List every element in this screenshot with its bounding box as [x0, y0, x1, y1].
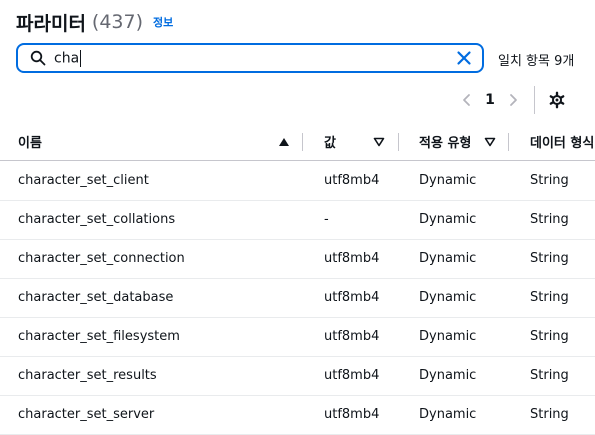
- pagination: 1: [455, 86, 569, 114]
- page-header: 파라미터 (437) 정보: [16, 8, 173, 36]
- table-row[interactable]: character_set_collations - Dynamic Strin…: [0, 200, 595, 240]
- info-link[interactable]: 정보: [153, 14, 173, 30]
- table-row[interactable]: character_set_filesystem utf8mb4 Dynamic…: [0, 317, 595, 357]
- param-apply-type: Dynamic: [419, 173, 477, 188]
- search-icon: [30, 50, 46, 66]
- pagination-divider: [534, 86, 535, 114]
- table-row[interactable]: character_set_database utf8mb4 Dynamic S…: [0, 278, 595, 318]
- close-icon[interactable]: [456, 50, 472, 66]
- param-name: character_set_database: [18, 290, 174, 305]
- param-data-type: String: [530, 407, 569, 422]
- sort-caret-down-icon[interactable]: [484, 136, 496, 148]
- table-row[interactable]: character_set_server utf8mb4 Dynamic Str…: [0, 395, 595, 435]
- column-header-value[interactable]: 값: [324, 123, 336, 160]
- param-data-type: String: [530, 368, 569, 383]
- param-data-type: String: [530, 329, 569, 344]
- preferences-button[interactable]: [545, 88, 569, 112]
- param-apply-type: Dynamic: [419, 212, 477, 227]
- column-header-data-type[interactable]: 데이터 형식: [530, 123, 594, 160]
- gear-icon: [549, 91, 565, 109]
- search-box[interactable]: cha: [16, 43, 484, 73]
- param-data-type: String: [530, 251, 569, 266]
- column-header-name[interactable]: 이름: [18, 123, 42, 160]
- param-name: character_set_client: [18, 173, 149, 188]
- column-separator[interactable]: [302, 133, 303, 151]
- table-row[interactable]: character_set_connection utf8mb4 Dynamic…: [0, 239, 595, 279]
- table-row[interactable]: character_set_results utf8mb4 Dynamic St…: [0, 356, 595, 396]
- search-input[interactable]: cha: [54, 49, 456, 67]
- param-value: utf8mb4: [324, 173, 380, 188]
- param-value: utf8mb4: [324, 329, 380, 344]
- param-data-type: String: [530, 212, 569, 227]
- param-value: -: [324, 212, 329, 227]
- param-value: utf8mb4: [324, 290, 380, 305]
- column-separator[interactable]: [398, 133, 399, 151]
- table-row[interactable]: character_set_client utf8mb4 Dynamic Str…: [0, 161, 595, 201]
- param-data-type: String: [530, 173, 569, 188]
- param-data-type: String: [530, 290, 569, 305]
- param-value: utf8mb4: [324, 407, 380, 422]
- param-name: character_set_collations: [18, 212, 176, 227]
- page-title: 파라미터: [16, 12, 86, 35]
- next-page-button[interactable]: [501, 88, 525, 112]
- param-name: character_set_server: [18, 407, 155, 422]
- column-separator[interactable]: [508, 133, 509, 151]
- match-count: 일치 항목 9개: [498, 54, 575, 69]
- param-name: character_set_filesystem: [18, 329, 180, 344]
- table-header: 이름 값 적용 유형 데이터 형식: [0, 123, 595, 161]
- parameter-count: (437): [91, 11, 144, 33]
- chevron-left-icon: [463, 94, 470, 106]
- previous-page-button[interactable]: [455, 88, 479, 112]
- sort-ascending-icon[interactable]: [278, 136, 290, 148]
- sort-caret-down-icon[interactable]: [373, 136, 385, 148]
- param-apply-type: Dynamic: [419, 368, 477, 383]
- current-page-number[interactable]: 1: [479, 92, 501, 108]
- param-apply-type: Dynamic: [419, 407, 477, 422]
- param-apply-type: Dynamic: [419, 329, 477, 344]
- column-header-apply-type[interactable]: 적용 유형: [419, 123, 471, 160]
- param-apply-type: Dynamic: [419, 290, 477, 305]
- param-name: character_set_connection: [18, 251, 185, 266]
- param-value: utf8mb4: [324, 251, 380, 266]
- param-name: character_set_results: [18, 368, 157, 383]
- param-apply-type: Dynamic: [419, 251, 477, 266]
- param-value: utf8mb4: [324, 368, 380, 383]
- chevron-right-icon: [510, 94, 517, 106]
